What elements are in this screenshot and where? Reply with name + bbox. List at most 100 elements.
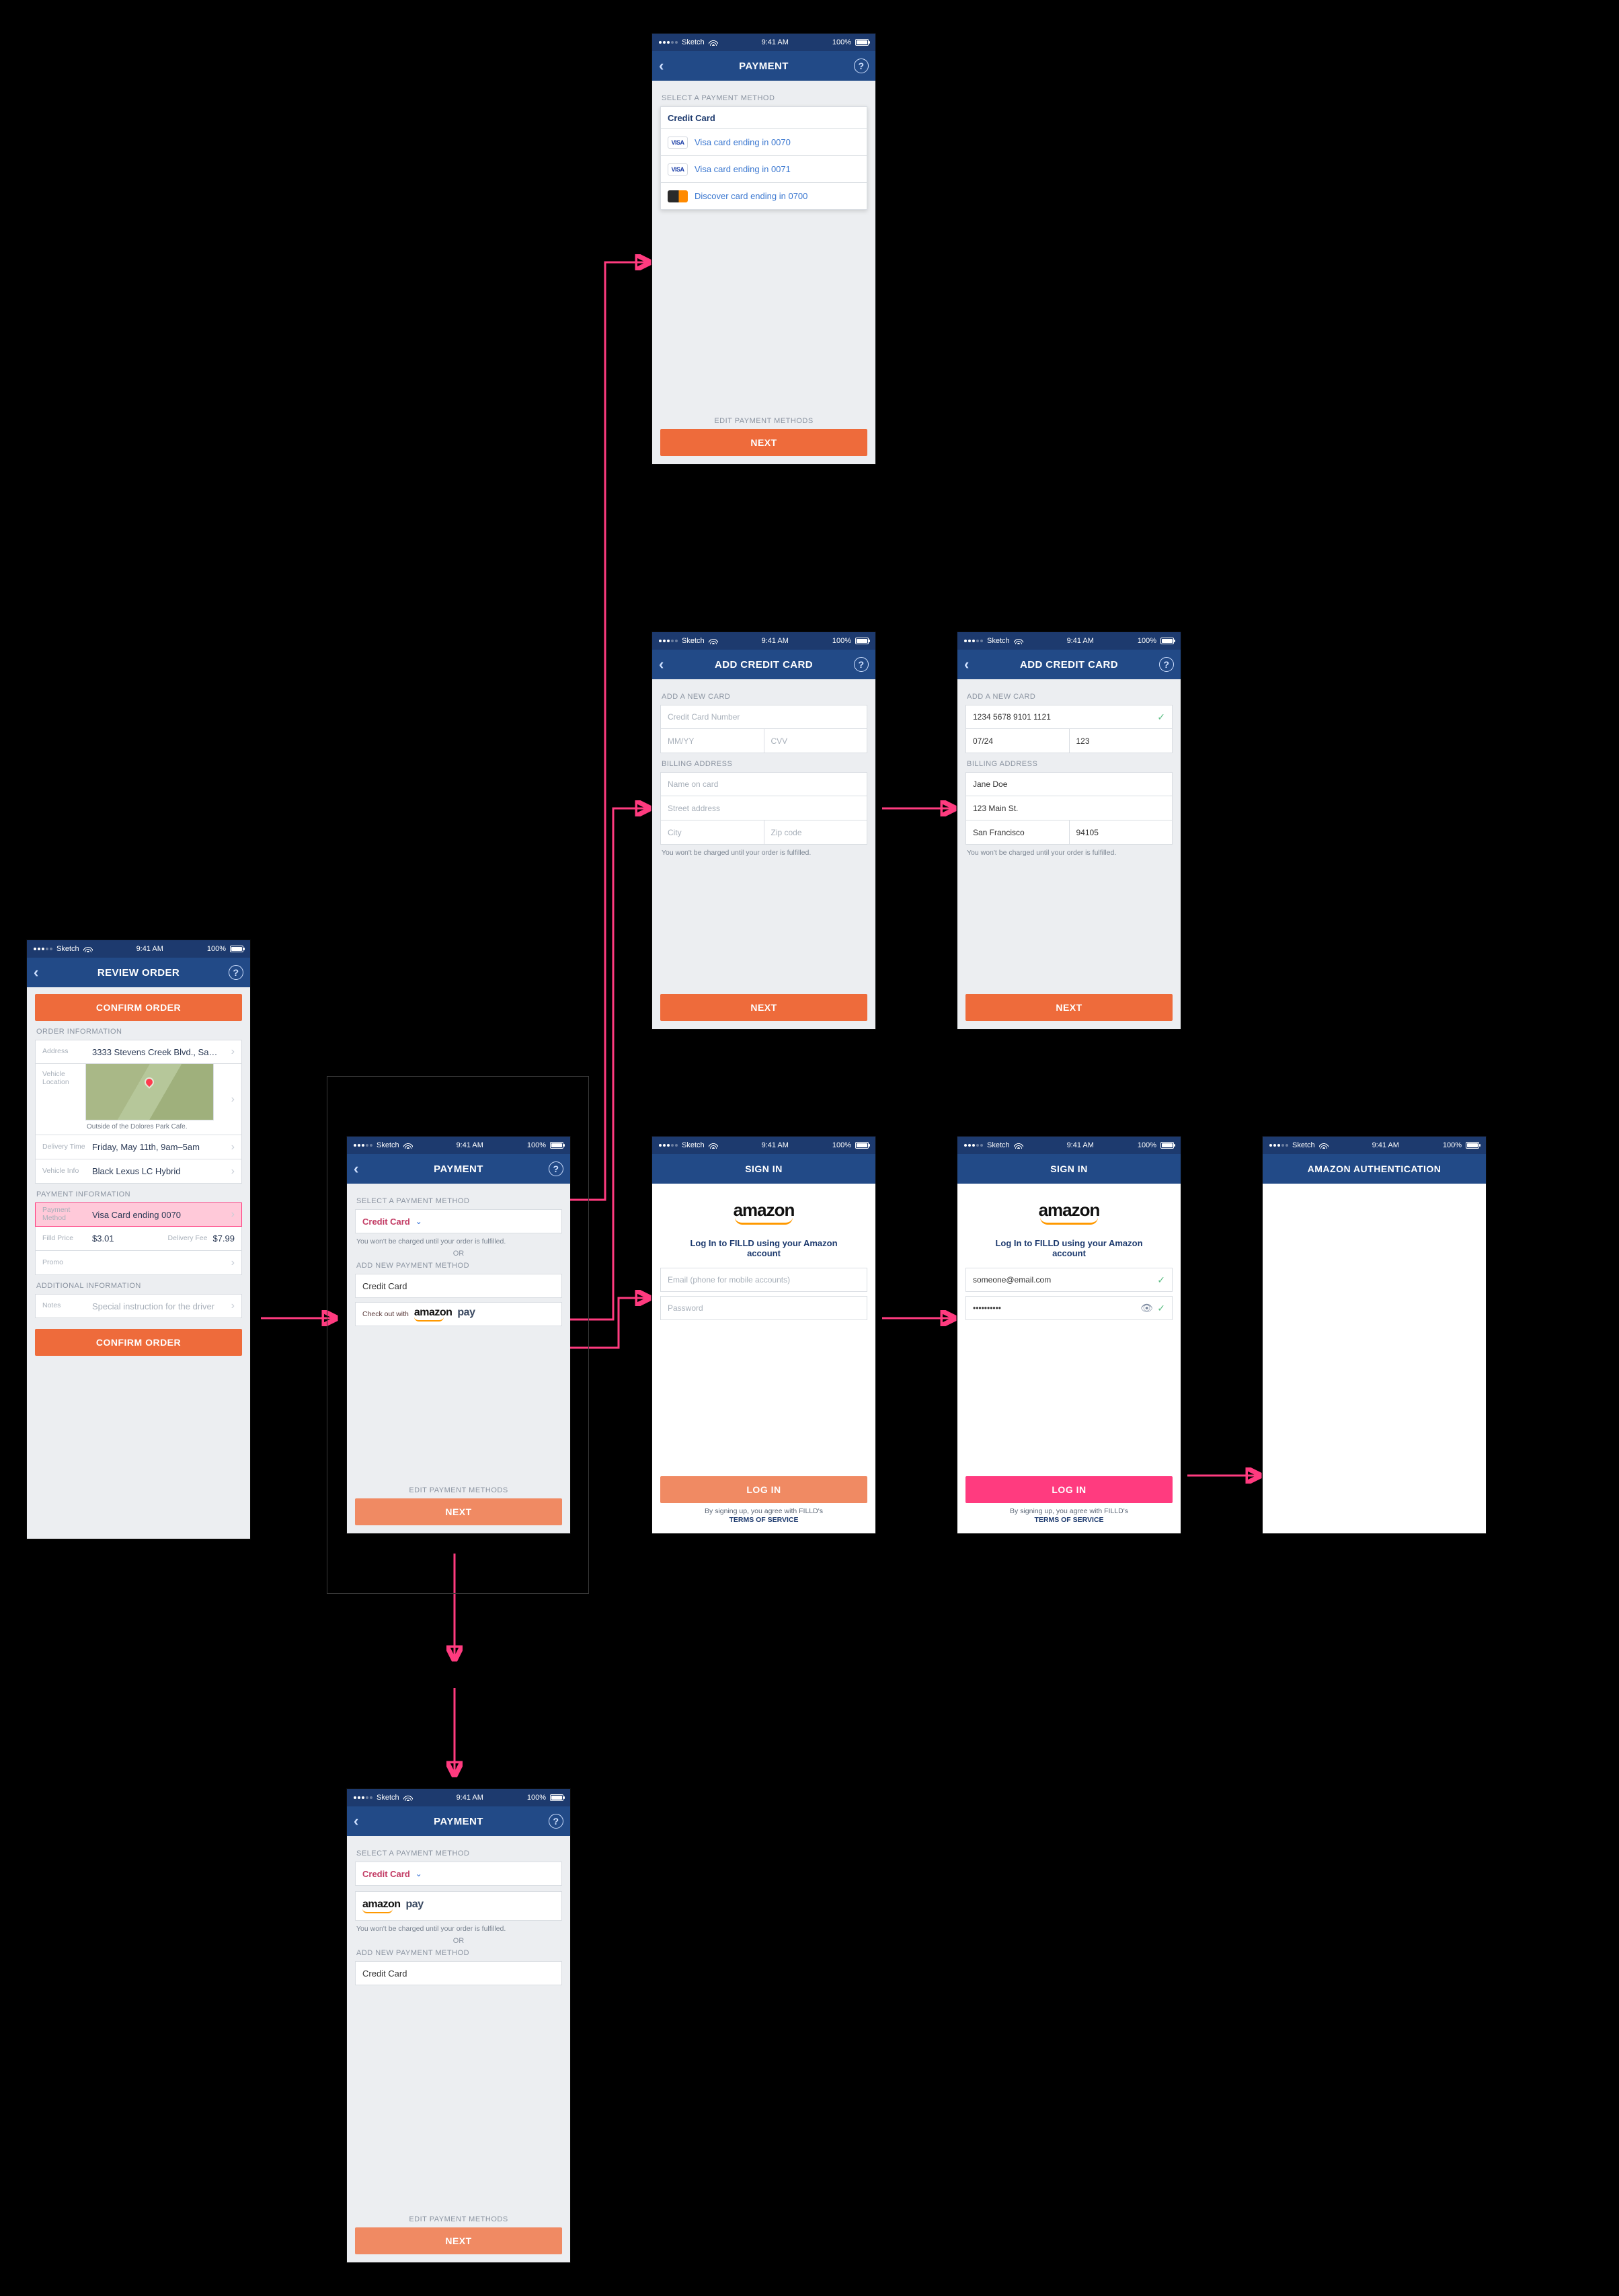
select-credit-card-label: Credit Card [362,1869,410,1879]
select-credit-card[interactable]: Credit Card ⌄ [355,1209,562,1233]
confirm-order-bottom[interactable]: CONFIRM ORDER [35,1329,242,1356]
back-button[interactable]: ‹ [659,650,664,679]
status-bar: Sketch 9:41 AM 100% [347,1137,570,1154]
card-number-input[interactable]: Credit Card Number [660,705,867,729]
next-button[interactable]: NEXT [355,2227,562,2254]
vehicle-location-row[interactable]: Vehicle Location Outside of the Dolores … [35,1064,242,1135]
terms-link[interactable]: TERMS OF SERVICE [729,1516,798,1524]
select-credit-card[interactable]: Credit Card ⌄ [355,1862,562,1886]
payment-method-row[interactable]: Payment Method Visa Card ending 0070 › [35,1202,242,1227]
email-input[interactable]: Email (phone for mobile accounts) [660,1268,867,1292]
password-input[interactable]: Password [660,1296,867,1320]
not-charged-note: You won't be charged until your order is… [662,849,866,857]
name-input[interactable]: Name on card [660,772,867,796]
carrier: Sketch [377,1141,399,1149]
battery-icon [230,946,243,952]
next-button[interactable]: NEXT [660,994,867,1021]
help-button[interactable]: ? [854,650,869,679]
select-credit-card-label: Credit Card [362,1217,410,1227]
expiry-input[interactable]: 07/24 [965,729,1070,753]
eye-icon[interactable]: 👁 [1140,1302,1153,1314]
email-input[interactable]: someone@email.com✓ [965,1268,1173,1292]
edit-payment-methods[interactable]: EDIT PAYMENT METHODS [355,1486,562,1494]
help-button[interactable]: ? [549,1154,563,1184]
help-icon: ? [549,1814,563,1829]
back-button[interactable]: ‹ [34,958,39,987]
status-bar: Sketch 9:41 AM 100% [957,632,1181,650]
delivery-time-value: Friday, May 11th, 9am–5am [92,1142,231,1152]
confirm-order-top[interactable]: CONFIRM ORDER [35,994,242,1021]
battery-pct: 100% [527,1794,546,1802]
cvv-input[interactable]: CVV [764,729,868,753]
edit-payment-methods[interactable]: EDIT PAYMENT METHODS [660,417,867,425]
add-credit-card-row[interactable]: Credit Card [355,1961,562,1985]
chevron-right-icon: › [231,1300,235,1312]
page-title: PAYMENT [434,1816,483,1827]
address-row[interactable]: Address 3333 Stevens Creek Blvd., Sa… › [35,1040,242,1064]
next-button[interactable]: NEXT [660,429,867,456]
wifi-icon [1014,638,1023,644]
zip-input[interactable]: Zip code [764,820,868,845]
add-new-card-header: ADD A NEW CARD [662,693,866,701]
status-time: 9:41 AM [762,38,789,46]
terms-link[interactable]: TERMS OF SERVICE [1034,1516,1103,1524]
saved-card-row[interactable]: VISA Visa card ending in 0071 [660,156,867,183]
amazon-logo: amazon [1039,1200,1100,1221]
battery-icon [855,39,869,46]
signin-subtitle: Log In to FILLD using your Amazon accoun… [676,1238,851,1258]
help-button[interactable]: ? [229,958,243,987]
navbar: AMAZON AUTHENTICATION [1263,1154,1486,1184]
cvv-input[interactable]: 123 [1070,729,1173,753]
password-input[interactable]: ••••••••••👁✓ [965,1296,1173,1320]
name-input[interactable]: Jane Doe [965,772,1173,796]
battery-icon [855,638,869,644]
price-row: Filld Price $3.01 Delivery Fee $7.99 [35,1227,242,1251]
carrier: Sketch [987,637,1010,645]
page-title: SIGN IN [1050,1163,1088,1174]
help-button[interactable]: ? [1159,650,1174,679]
status-bar: Sketch 9:41 AM 100% [652,34,875,51]
street-input[interactable]: 123 Main St. [965,796,1173,820]
not-charged-note: You won't be charged until your order is… [356,1237,561,1246]
status-bar: Sketch 9:41 AM 100% [1263,1137,1486,1154]
street-input[interactable]: Street address [660,796,867,820]
notes-row[interactable]: Notes Special instruction for the driver… [35,1294,242,1318]
help-button[interactable]: ? [549,1806,563,1836]
navbar: ‹ PAYMENT ? [652,51,875,81]
zip-input[interactable]: 94105 [1070,820,1173,845]
help-button[interactable]: ? [854,51,869,81]
status-time: 9:41 AM [1067,1141,1094,1149]
select-amazon-pay[interactable]: amazon pay [355,1891,562,1921]
battery-icon [1160,1142,1174,1149]
city-input[interactable]: San Francisco [965,820,1070,845]
edit-payment-methods[interactable]: EDIT PAYMENT METHODS [355,2215,562,2223]
notes-label: Notes [42,1302,92,1310]
login-button[interactable]: LOG IN [660,1476,867,1503]
page-title: REVIEW ORDER [97,967,180,979]
checkout-with-label: Check out with [362,1310,409,1318]
back-button[interactable]: ‹ [659,51,664,81]
status-bar: Sketch 9:41 AM 100% [652,632,875,650]
saved-card-row[interactable]: VISA Visa card ending in 0070 [660,129,867,156]
battery-icon [855,1142,869,1149]
card-list-title: Credit Card [668,113,715,123]
add-credit-card-row[interactable]: Credit Card [355,1274,562,1298]
saved-card-row[interactable]: Discover card ending in 0700 [660,183,867,210]
back-button[interactable]: ‹ [354,1154,359,1184]
carrier: Sketch [377,1794,399,1802]
vehicle-info-row[interactable]: Vehicle Info Black Lexus LC Hybrid › [35,1159,242,1184]
expiry-input[interactable]: MM/YY [660,729,764,753]
next-button[interactable]: NEXT [355,1498,562,1525]
notes-placeholder: Special instruction for the driver [92,1301,231,1311]
delivery-time-row[interactable]: Delivery Time Friday, May 11th, 9am–5am … [35,1135,242,1159]
amazon-pay-row[interactable]: Check out with amazon pay [355,1302,562,1326]
next-button[interactable]: NEXT [965,994,1173,1021]
back-button[interactable]: ‹ [354,1806,359,1836]
page-title: ADD CREDIT CARD [715,659,813,671]
city-input[interactable]: City [660,820,764,845]
promo-row[interactable]: Promo › [35,1251,242,1275]
card-number-input[interactable]: 1234 5678 9101 1121 [965,705,1173,729]
back-button[interactable]: ‹ [964,650,970,679]
help-icon: ? [854,59,869,73]
login-button[interactable]: LOG IN [965,1476,1173,1503]
